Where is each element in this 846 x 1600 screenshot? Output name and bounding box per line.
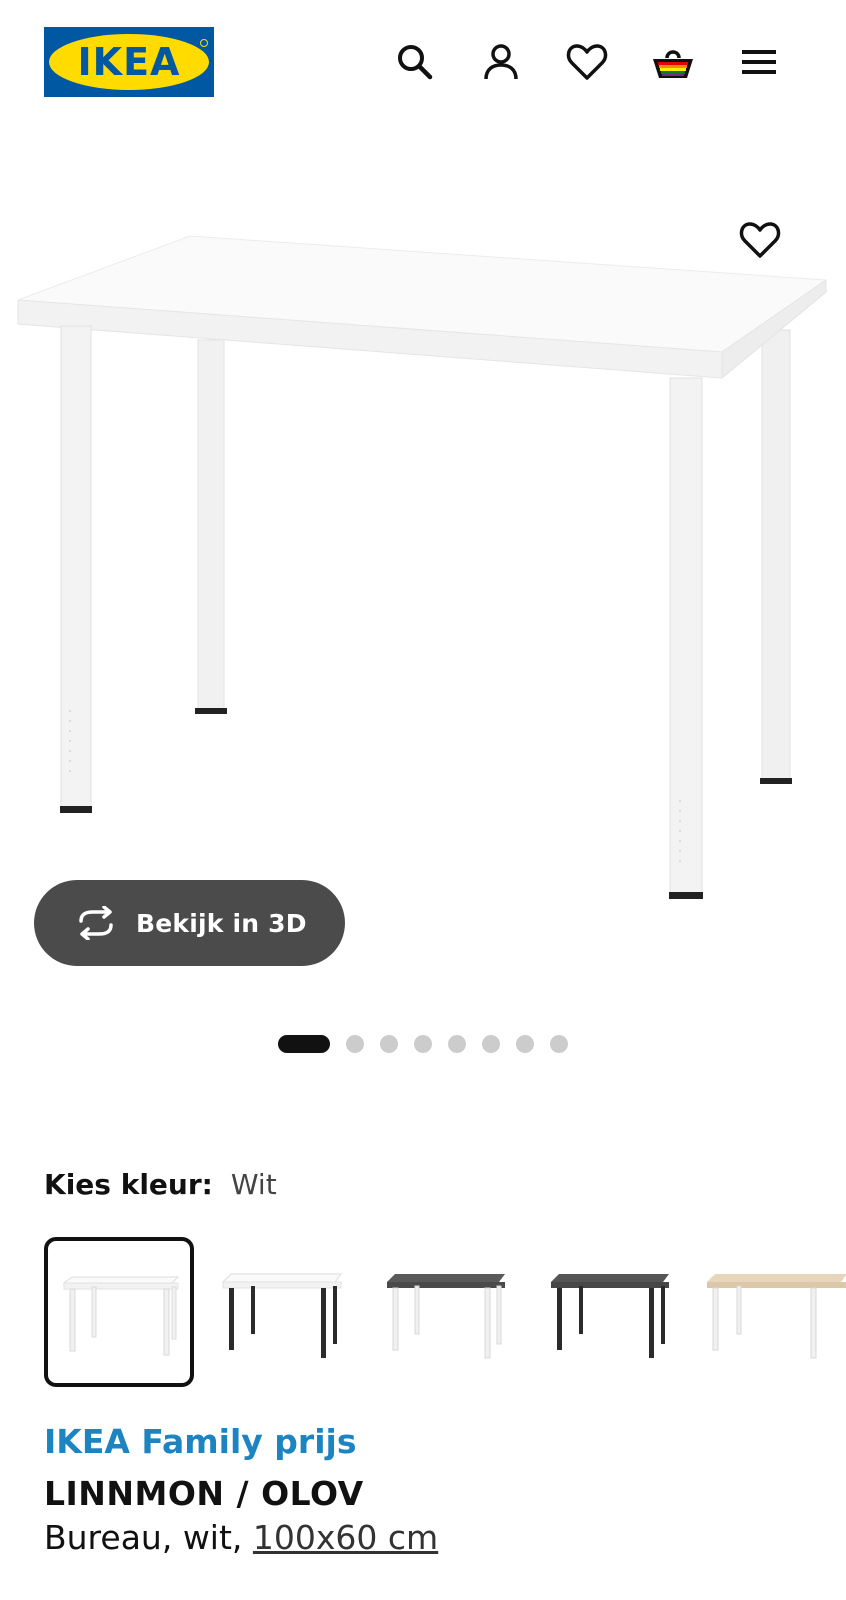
product-name: LINNMON / OLOV <box>44 1474 364 1513</box>
search-icon[interactable] <box>391 38 439 86</box>
carousel-dot[interactable] <box>278 1035 330 1053</box>
ikea-logo[interactable]: IKEA <box>44 27 214 97</box>
carousel-dot[interactable] <box>380 1035 398 1053</box>
carousel-dots <box>0 1034 846 1054</box>
color-swatches <box>44 1237 846 1389</box>
menu-icon[interactable] <box>735 38 783 86</box>
carousel-dot[interactable] <box>482 1035 500 1053</box>
svg-text:IKEA: IKEA <box>78 40 181 84</box>
product-description: Bureau, wit, 100x60 cm <box>44 1518 438 1557</box>
product-description-text: Bureau, wit, <box>44 1518 253 1557</box>
swatch-darkgrey-white[interactable] <box>372 1237 520 1385</box>
carousel-dot[interactable] <box>516 1035 534 1053</box>
swatch-white-white[interactable] <box>44 1237 194 1387</box>
product-size-link[interactable]: 100x60 cm <box>253 1518 438 1557</box>
swatch-oak-white[interactable] <box>700 1237 846 1385</box>
user-icon[interactable] <box>477 38 525 86</box>
color-value: Wit <box>230 1168 277 1201</box>
swatch-darkgrey-black[interactable] <box>536 1237 684 1385</box>
carousel-dot[interactable] <box>346 1035 364 1053</box>
view-in-3d-label: Bekijk in 3D <box>136 908 307 938</box>
carousel-dot[interactable] <box>414 1035 432 1053</box>
carousel-dot[interactable] <box>550 1035 568 1053</box>
heart-icon[interactable] <box>563 38 611 86</box>
color-label: Kies kleur: <box>44 1168 213 1201</box>
color-selector-row: Kies kleur: Wit <box>44 1168 277 1201</box>
view-in-3d-button[interactable]: Bekijk in 3D <box>34 880 345 966</box>
rotate-3d-icon <box>72 899 120 947</box>
family-price-label: IKEA Family prijs <box>44 1422 357 1461</box>
product-image[interactable] <box>0 200 846 940</box>
shopping-basket-icon[interactable] <box>649 38 697 86</box>
carousel-dot[interactable] <box>448 1035 466 1053</box>
swatch-white-black[interactable] <box>208 1237 356 1385</box>
favourite-heart-icon[interactable] <box>734 214 786 266</box>
